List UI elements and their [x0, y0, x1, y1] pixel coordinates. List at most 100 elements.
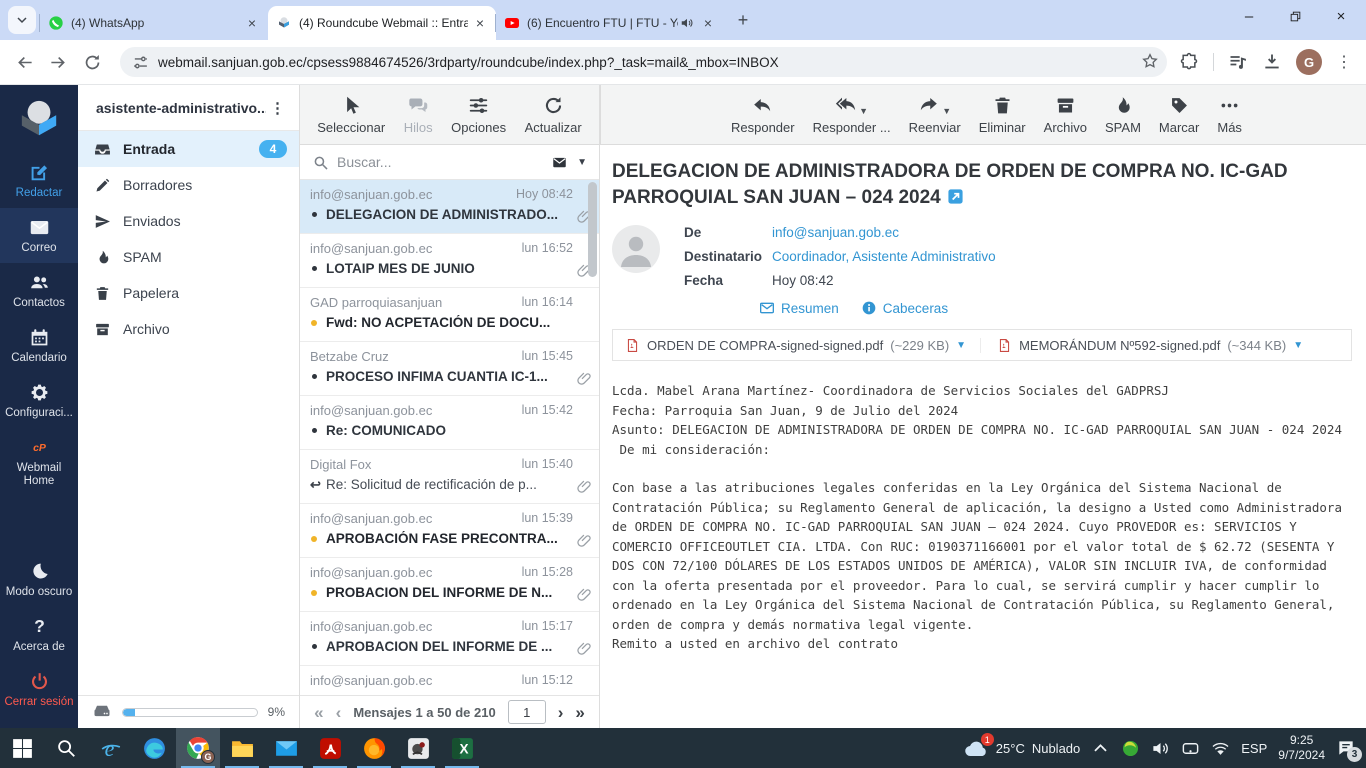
- reload-button[interactable]: [78, 48, 106, 76]
- folder-item[interactable]: Papelera: [78, 275, 299, 311]
- summary-link[interactable]: Resumen: [759, 300, 839, 316]
- tab-audio-icon[interactable]: [680, 16, 694, 30]
- forward-button[interactable]: [44, 48, 72, 76]
- attachment-name[interactable]: MEMORÁNDUM Nº592-signed.pdf: [1019, 338, 1220, 353]
- rail-item[interactable]: cP Webmail Home: [0, 428, 78, 496]
- rail-item[interactable]: Configuraci...: [0, 373, 78, 428]
- url-text[interactable]: webmail.sanjuan.gob.ec/cpsess9884674526/…: [158, 55, 1141, 70]
- message-row[interactable]: info@sanjuan.gob.ec lun 15:42 Re: COMUNI…: [300, 396, 599, 450]
- java-app-icon[interactable]: [396, 728, 440, 768]
- back-button[interactable]: [10, 48, 38, 76]
- window-close-button[interactable]: ×: [1332, 7, 1350, 25]
- attachment-menu-caret-icon[interactable]: ▼: [956, 340, 966, 351]
- folder-item[interactable]: Archivo: [78, 311, 299, 347]
- message-row[interactable]: Betzabe Cruz lun 15:45 PROCESO INFIMA CU…: [300, 342, 599, 396]
- edge-icon[interactable]: [132, 728, 176, 768]
- folder-item[interactable]: Enviados: [78, 203, 299, 239]
- folder-options-icon[interactable]: ⋮: [266, 99, 289, 117]
- profile-avatar[interactable]: G: [1296, 49, 1322, 75]
- list-scrollbar[interactable]: [588, 182, 597, 695]
- volume-icon[interactable]: [1151, 739, 1170, 758]
- tab-close-icon[interactable]: ×: [472, 15, 488, 31]
- message-row[interactable]: Digital Fox lun 15:40 Re: Solicitud de r…: [300, 450, 599, 504]
- dropdown-caret-icon[interactable]: ▼: [859, 106, 868, 116]
- mail-app-icon[interactable]: [264, 728, 308, 768]
- tray-expand-chevron-icon[interactable]: [1091, 739, 1110, 758]
- message-row[interactable]: info@sanjuan.gob.ec lun 15:17 APROBACION…: [300, 612, 599, 666]
- folder-item[interactable]: Entrada 4: [78, 131, 299, 167]
- tab-close-icon[interactable]: ×: [700, 15, 716, 31]
- url-bar[interactable]: webmail.sanjuan.gob.ec/cpsess9884674526/…: [120, 47, 1167, 77]
- cast-icon[interactable]: [1181, 739, 1200, 758]
- dropdown-caret-icon[interactable]: ▼: [942, 106, 951, 116]
- clock[interactable]: 9:25 9/7/2024: [1278, 733, 1325, 763]
- firefox-icon[interactable]: [352, 728, 396, 768]
- message-toolbar-button[interactable]: ▼ Más: [1217, 95, 1242, 135]
- message-row[interactable]: info@sanjuan.gob.ec lun 15:39 APROBACIÓN…: [300, 504, 599, 558]
- message-toolbar-button[interactable]: ▼ Archivo: [1044, 95, 1087, 135]
- rail-item[interactable]: Redactar: [0, 153, 78, 208]
- new-tab-button[interactable]: +: [730, 7, 756, 33]
- browser-menu-icon[interactable]: ⋮: [1336, 52, 1352, 72]
- message-row[interactable]: info@sanjuan.gob.ec lun 15:28 PROBACION …: [300, 558, 599, 612]
- search-input[interactable]: [337, 154, 542, 170]
- window-minimize-button[interactable]: –: [1240, 7, 1258, 25]
- attachment-item[interactable]: ORDEN DE COMPRA-signed-signed.pdf (~229 …: [625, 338, 966, 353]
- weather-widget[interactable]: 1 25°C Nublado: [963, 737, 1080, 759]
- rail-item[interactable]: Cerrar sesión: [0, 662, 78, 717]
- message-row[interactable]: info@sanjuan.gob.ec lun 16:52 LOTAIP MES…: [300, 234, 599, 288]
- folder-item[interactable]: SPAM: [78, 239, 299, 275]
- extensions-icon[interactable]: [1179, 52, 1199, 72]
- list-toolbar-button[interactable]: Seleccionar: [317, 95, 385, 135]
- media-controls-icon[interactable]: [1228, 52, 1248, 72]
- rail-item[interactable]: Modo oscuro: [0, 552, 78, 607]
- browser-tab[interactable]: (4) WhatsApp ×: [40, 6, 268, 40]
- wifi-icon[interactable]: [1211, 739, 1230, 758]
- browser-tab[interactable]: (6) Encuentro FTU | FTU - Yo ×: [496, 6, 724, 40]
- attachment-name[interactable]: ORDEN DE COMPRA-signed-signed.pdf: [647, 338, 883, 353]
- bookmark-star-icon[interactable]: [1141, 52, 1161, 72]
- attachment-menu-caret-icon[interactable]: ▼: [1293, 340, 1303, 351]
- window-maximize-button[interactable]: [1286, 7, 1304, 25]
- attachment-item[interactable]: MEMORÁNDUM Nº592-signed.pdf (~344 KB) ▼: [980, 338, 1303, 353]
- antivirus-icon[interactable]: [1121, 739, 1140, 758]
- site-info-icon[interactable]: [132, 54, 149, 71]
- folder-item[interactable]: Borradores: [78, 167, 299, 203]
- browser-tab[interactable]: (4) Roundcube Webmail :: Entra ×: [268, 6, 496, 40]
- start-button[interactable]: [0, 728, 44, 768]
- message-row[interactable]: info@sanjuan.gob.ec lun 15:12: [300, 666, 599, 695]
- message-row[interactable]: info@sanjuan.gob.ec Hoy 08:42 DELEGACION…: [300, 180, 599, 234]
- message-toolbar-button[interactable]: ▼ SPAM: [1105, 95, 1141, 135]
- message-row[interactable]: GAD parroquiasanjuan lun 16:14 Fwd: NO A…: [300, 288, 599, 342]
- message-toolbar-button[interactable]: ▼ Responder ...: [813, 94, 891, 135]
- internet-explorer-icon[interactable]: e: [88, 728, 132, 768]
- next-page-button[interactable]: ›: [558, 704, 564, 721]
- search-scope-icon[interactable]: [550, 155, 569, 170]
- first-page-button[interactable]: «: [314, 704, 323, 721]
- list-toolbar-button[interactable]: Hilos: [404, 95, 433, 135]
- prev-page-button[interactable]: ‹: [336, 704, 342, 721]
- downloads-icon[interactable]: [1262, 52, 1282, 72]
- list-toolbar-button[interactable]: Actualizar: [525, 95, 582, 135]
- message-toolbar-button[interactable]: ▼ Reenviar: [909, 94, 961, 135]
- file-explorer-icon[interactable]: [220, 728, 264, 768]
- open-in-new-window-icon[interactable]: [947, 187, 964, 204]
- excel-icon[interactable]: X: [440, 728, 484, 768]
- rail-item[interactable]: Correo: [0, 208, 78, 263]
- message-toolbar-button[interactable]: ▼ Eliminar: [979, 95, 1026, 135]
- message-toolbar-button[interactable]: ▼ Marcar: [1159, 95, 1199, 135]
- scrollbar-thumb[interactable]: [588, 182, 597, 277]
- tab-close-icon[interactable]: ×: [244, 15, 260, 31]
- list-toolbar-button[interactable]: Opciones: [451, 95, 506, 135]
- language-indicator[interactable]: ESP: [1241, 741, 1267, 756]
- rail-item[interactable]: ? Acerca de: [0, 607, 78, 662]
- tab-search-button[interactable]: [8, 6, 36, 34]
- notification-center-icon[interactable]: 3: [1336, 738, 1356, 758]
- page-number-input[interactable]: [508, 700, 546, 724]
- last-page-button[interactable]: »: [575, 704, 584, 721]
- message-toolbar-button[interactable]: ▼ Responder: [731, 95, 795, 135]
- taskbar-search-icon[interactable]: [44, 728, 88, 768]
- rail-item[interactable]: Calendario: [0, 318, 78, 373]
- from-address[interactable]: info@sanjuan.gob.ec: [772, 225, 899, 240]
- chrome-icon[interactable]: G: [176, 728, 220, 768]
